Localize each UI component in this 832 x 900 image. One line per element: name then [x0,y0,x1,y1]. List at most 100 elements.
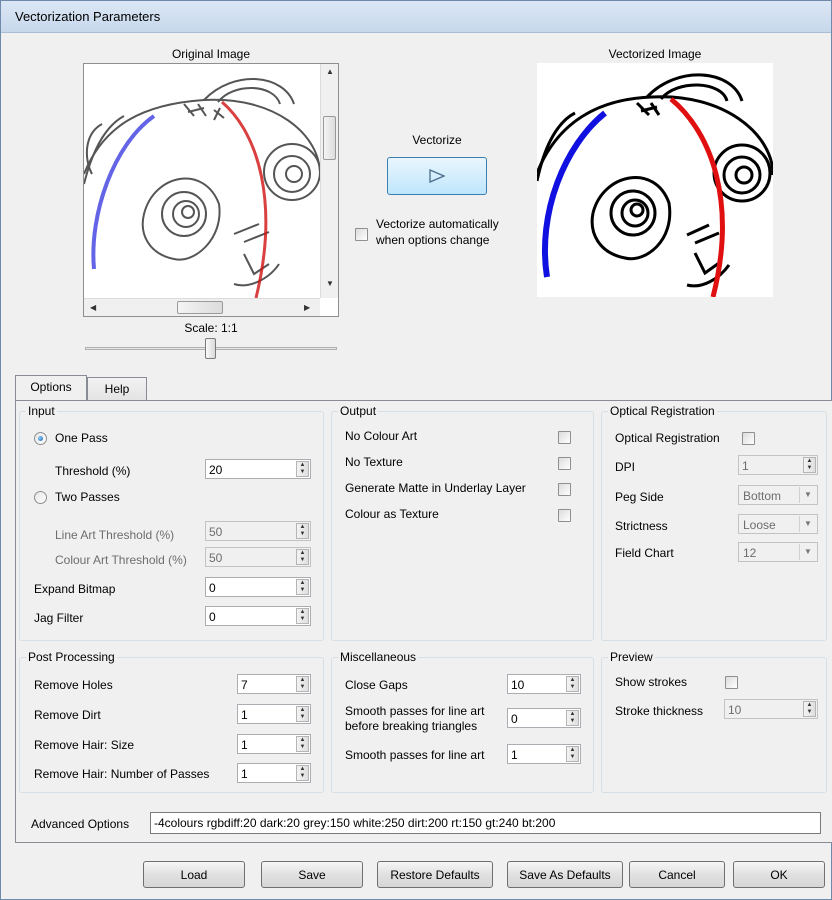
save-as-defaults-button[interactable]: Save As Defaults [507,861,623,888]
ok-button[interactable]: OK [733,861,825,888]
peg-side-value: Bottom [743,489,782,503]
tab-options[interactable]: Options [15,375,87,401]
peg-side-dropdown[interactable]: Bottom ▼ [738,485,818,505]
remove-holes-label: Remove Holes [34,678,113,692]
remove-dirt-spinbox[interactable]: 1 ▲ ▼ [237,704,311,724]
stroke-thickness-spinbox[interactable]: 10 ▲ ▼ [724,699,818,719]
remove-hair-size-stepper[interactable]: ▲ ▼ [296,736,309,752]
no-colour-art-label: No Colour Art [345,429,418,443]
expand-bitmap-stepper[interactable]: ▲ ▼ [296,579,309,595]
original-vertical-scrollbar[interactable]: ▲ ▼ [320,64,338,298]
advanced-options-label: Advanced Options [31,817,130,831]
load-button[interactable]: Load [143,861,245,888]
smooth-line-art-spinbox[interactable]: 1 ▲ ▼ [507,744,581,764]
peg-side-label: Peg Side [615,490,664,504]
original-image-label: Original Image [171,47,251,61]
advanced-options-field[interactable]: -4colours rgbdiff:20 dark:20 grey:150 wh… [150,812,821,834]
vectorized-image-label: Vectorized Image [608,47,702,61]
scroll-up-arrow-icon[interactable]: ▲ [326,68,334,76]
auto-vectorize-checkbox[interactable] [355,228,368,241]
remove-holes-spinbox[interactable]: 7 ▲ ▼ [237,674,311,694]
remove-hair-size-spinbox[interactable]: 1 ▲ ▼ [237,734,311,754]
original-image-view[interactable]: ▲ ▼ ◀ ▶ [83,63,339,317]
post-processing-group-title: Post Processing [26,650,117,664]
input-group-title: Input [26,404,57,418]
strictness-value: Loose [743,518,776,532]
tab-help[interactable]: Help [87,377,147,401]
chevron-down-icon: ▼ [799,487,816,503]
vectorize-button[interactable] [387,157,487,195]
remove-holes-value: 7 [241,678,248,692]
close-gaps-value: 10 [511,678,525,692]
line-art-threshold-value: 50 [209,525,223,539]
smooth-breaking-stepper[interactable]: ▲ ▼ [566,710,579,726]
remove-hair-passes-stepper[interactable]: ▲ ▼ [296,765,309,781]
original-sketch-image [84,78,320,298]
colour-as-texture-checkbox[interactable] [558,509,571,522]
dpi-stepper[interactable]: ▲ ▼ [803,457,816,473]
remove-holes-stepper[interactable]: ▲ ▼ [296,676,309,692]
threshold-stepper[interactable]: ▲ ▼ [296,461,309,477]
jag-filter-spinbox[interactable]: 0 ▲ ▼ [205,606,311,626]
threshold-spinbox[interactable]: 20 ▲ ▼ [205,459,311,479]
remove-dirt-label: Remove Dirt [34,708,101,722]
remove-hair-size-label: Remove Hair: Size [34,738,135,752]
scale-slider-thumb[interactable] [205,338,216,359]
line-art-threshold-stepper[interactable]: ▲ ▼ [296,523,309,539]
colour-art-threshold-stepper[interactable]: ▲ ▼ [296,549,309,565]
two-passes-radio[interactable] [34,491,47,504]
smooth-breaking-value: 0 [511,712,518,726]
jag-filter-stepper[interactable]: ▲ ▼ [296,608,309,624]
dpi-spinbox[interactable]: 1 ▲ ▼ [738,455,818,475]
vectorization-dialog: Vectorization Parameters Original Image [0,0,832,900]
stroke-thickness-label: Stroke thickness [615,704,704,718]
remove-hair-passes-spinbox[interactable]: 1 ▲ ▼ [237,763,311,783]
show-strokes-label: Show strokes [615,675,688,689]
expand-bitmap-label: Expand Bitmap [34,582,116,596]
remove-dirt-stepper[interactable]: ▲ ▼ [296,706,309,722]
generate-matte-checkbox[interactable] [558,483,571,496]
remove-dirt-value: 1 [241,708,248,722]
scale-label: Scale: 1:1 [184,321,238,335]
dpi-value: 1 [742,459,749,473]
original-horizontal-scrollbar[interactable]: ◀ ▶ [84,298,320,316]
show-strokes-checkbox[interactable] [725,676,738,689]
save-button[interactable]: Save [261,861,363,888]
one-pass-radio[interactable] [34,432,47,445]
no-texture-checkbox[interactable] [558,457,571,470]
restore-defaults-button[interactable]: Restore Defaults [377,861,493,888]
jag-filter-value: 0 [209,610,216,624]
threshold-value: 20 [209,463,223,477]
horizontal-scroll-thumb[interactable] [177,301,223,314]
smooth-breaking-spinbox[interactable]: 0 ▲ ▼ [507,708,581,728]
close-gaps-spinbox[interactable]: 10 ▲ ▼ [507,674,581,694]
colour-as-texture-label: Colour as Texture [345,507,439,521]
no-colour-art-checkbox[interactable] [558,431,571,444]
scroll-left-arrow-icon[interactable]: ◀ [90,304,96,312]
cancel-button[interactable]: Cancel [629,861,725,888]
strictness-dropdown[interactable]: Loose ▼ [738,514,818,534]
chevron-down-icon: ▼ [799,544,816,560]
line-art-threshold-label: Line Art Threshold (%) [55,528,175,542]
optical-registration-group-title: Optical Registration [608,404,717,418]
expand-bitmap-spinbox[interactable]: 0 ▲ ▼ [205,577,311,597]
stroke-thickness-stepper[interactable]: ▲ ▼ [803,701,816,717]
vectorized-image [537,73,773,297]
close-gaps-stepper[interactable]: ▲ ▼ [566,676,579,692]
smooth-breaking-label-line2: before breaking triangles [345,719,478,733]
scroll-right-arrow-icon[interactable]: ▶ [304,304,310,312]
auto-vectorize-label-line2: when options change [376,233,490,247]
vertical-scroll-thumb[interactable] [323,116,336,160]
smooth-line-art-label: Smooth passes for line art [345,748,485,762]
line-art-threshold-spinbox[interactable]: 50 ▲ ▼ [205,521,311,541]
field-chart-label: Field Chart [615,546,674,560]
vectorize-label: Vectorize [412,133,462,147]
output-group: Output [331,404,594,641]
title-bar[interactable]: Vectorization Parameters [1,1,831,33]
optical-registration-checkbox[interactable] [742,432,755,445]
smooth-line-art-stepper[interactable]: ▲ ▼ [566,746,579,762]
scroll-down-arrow-icon[interactable]: ▼ [326,280,334,288]
field-chart-dropdown[interactable]: 12 ▼ [738,542,818,562]
colour-art-threshold-spinbox[interactable]: 50 ▲ ▼ [205,547,311,567]
threshold-label: Threshold (%) [55,464,131,478]
